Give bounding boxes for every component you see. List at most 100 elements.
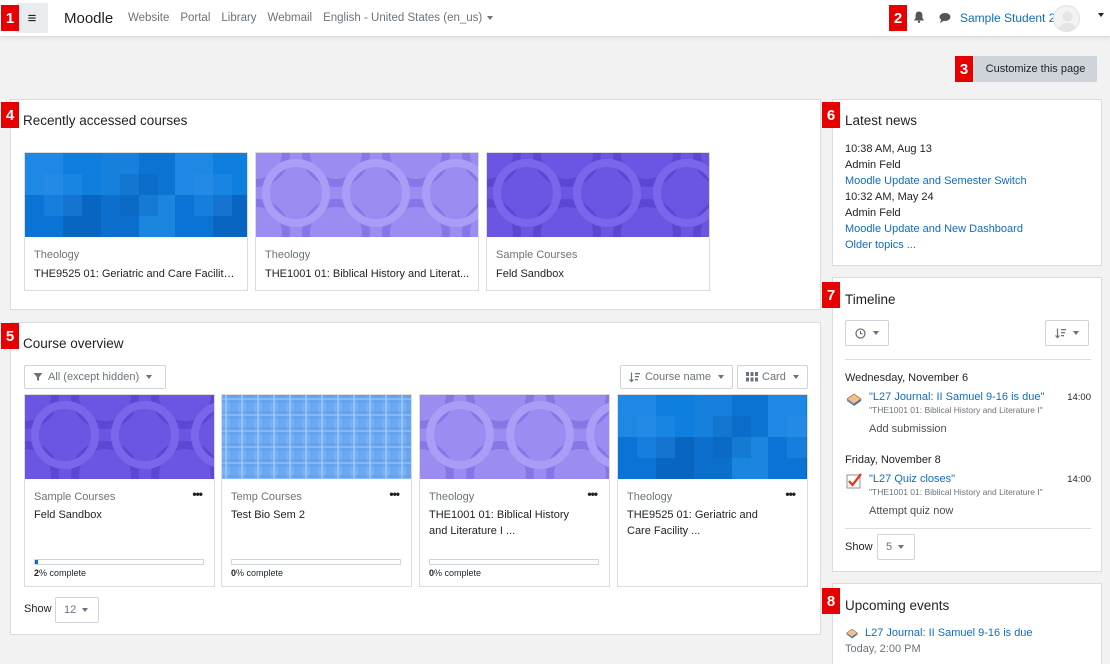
progress-label: % complete xyxy=(236,568,284,578)
progress-text: 2% complete xyxy=(34,568,86,578)
paging-dropdown[interactable]: 12 xyxy=(55,597,99,623)
timeline-action[interactable]: Add submission xyxy=(869,423,947,435)
block-title: Course overview xyxy=(23,336,124,351)
language-menu[interactable]: English - United States (en_us) xyxy=(323,12,494,24)
filter-icon xyxy=(33,373,43,381)
timeline-course: "THE1001 01: Biblical History and Litera… xyxy=(869,405,1043,415)
course-category: Theology xyxy=(429,491,475,503)
course-image xyxy=(420,395,609,479)
course-name[interactable]: Feld Sandbox xyxy=(496,266,701,282)
callout-badge-4: 4 xyxy=(1,102,19,128)
news-time: 10:32 AM, May 24 xyxy=(845,191,934,203)
sort-label: Course name xyxy=(644,371,711,383)
card-grid-icon xyxy=(746,372,758,382)
course-card[interactable]: Temp Courses ••• Test Bio Sem 2 0% compl… xyxy=(221,394,412,587)
course-image xyxy=(256,153,478,237)
timeline-action[interactable]: Attempt quiz now xyxy=(869,505,953,517)
show-label: Show xyxy=(845,541,873,553)
course-image xyxy=(487,153,709,237)
recent-course-card[interactable]: Theology THE9525 01: Geriatric and Care … xyxy=(24,152,248,291)
course-image xyxy=(25,395,214,479)
more-options-icon[interactable]: ••• xyxy=(192,487,203,501)
course-name[interactable]: Test Bio Sem 2 xyxy=(231,507,403,523)
chevron-down-icon xyxy=(718,375,724,379)
timeline-date: Wednesday, November 6 xyxy=(845,372,969,384)
grouping-filter-dropdown[interactable]: All (except hidden) xyxy=(24,365,166,389)
course-name-line: THE9525 01: Geriatric and xyxy=(627,509,758,521)
upcoming-event-link[interactable]: L27 Journal: II Samuel 9-16 is due xyxy=(865,627,1033,639)
chevron-down-icon xyxy=(1073,331,1079,335)
user-avatar-icon xyxy=(1058,11,1077,31)
more-options-icon[interactable]: ••• xyxy=(587,487,598,501)
nav-link-portal[interactable]: Portal xyxy=(180,12,210,24)
filter-label: All (except hidden) xyxy=(48,371,140,383)
nav-link-library[interactable]: Library xyxy=(221,12,256,24)
language-label: English - United States (en_us) xyxy=(323,12,483,24)
more-options-icon[interactable]: ••• xyxy=(389,487,400,501)
sort-dropdown[interactable]: Course name xyxy=(620,365,733,389)
nav-drawer-toggle[interactable]: ≡ xyxy=(16,3,48,33)
course-name[interactable]: THE9525 01: Geriatric and Care Facility .… xyxy=(627,507,799,539)
course-name-line: Care Facility ... xyxy=(627,525,701,537)
timeline-paging-dropdown[interactable]: 5 xyxy=(877,534,915,560)
progress-label: % complete xyxy=(434,568,482,578)
course-category: Temp Courses xyxy=(231,491,302,503)
chevron-down-icon xyxy=(146,375,153,379)
site-brand[interactable]: Moodle xyxy=(64,10,113,27)
callout-badge-6: 6 xyxy=(822,102,840,128)
news-subject-link[interactable]: Moodle Update and Semester Switch xyxy=(845,175,1027,187)
timeline-filter-dropdown[interactable] xyxy=(845,320,889,346)
course-card[interactable]: Theology ••• THE9525 01: Geriatric and Ca… xyxy=(617,394,808,587)
sort-icon xyxy=(1055,328,1066,338)
progress-text: 0% complete xyxy=(231,568,283,578)
course-card[interactable]: Theology ••• THE1001 01: Biblical Histor… xyxy=(419,394,610,587)
callout-badge-8: 8 xyxy=(822,588,840,614)
divider xyxy=(845,528,1091,529)
progress-bar xyxy=(231,559,401,565)
course-name-line: THE1001 01: Biblical History xyxy=(429,509,570,521)
sort-icon xyxy=(629,372,640,382)
news-author: Admin Feld xyxy=(845,159,901,171)
nav-link-website[interactable]: Website xyxy=(128,12,169,24)
chevron-down-icon xyxy=(487,15,494,20)
progress-fill xyxy=(35,560,39,564)
view-label: Card xyxy=(762,371,786,383)
custom-menu: Website Portal Library Webmail English -… xyxy=(128,12,494,24)
course-name[interactable]: Feld Sandbox xyxy=(34,507,206,523)
course-name[interactable]: THE1001 01: Biblical History and Literat… xyxy=(265,266,470,282)
timeline-event-link[interactable]: "L27 Quiz closes" xyxy=(869,473,955,485)
news-subject-link[interactable]: Moodle Update and New Dashboard xyxy=(845,223,1023,235)
user-menu-name[interactable]: Sample Student 2 xyxy=(960,11,1055,25)
course-name[interactable]: THE9525 01: Geriatric and Care Facility … xyxy=(34,266,239,282)
timeline-event-link[interactable]: "L27 Journal: II Samuel 9-16 is due" xyxy=(869,391,1044,403)
course-image xyxy=(25,153,247,237)
nav-link-webmail[interactable]: Webmail xyxy=(268,12,313,24)
course-image xyxy=(222,395,411,479)
older-topics-link[interactable]: Older topics ... xyxy=(845,239,916,251)
course-card[interactable]: Sample Courses ••• Feld Sandbox 2% compl… xyxy=(24,394,215,587)
chevron-down-icon xyxy=(82,608,89,612)
block-title: Latest news xyxy=(845,113,918,128)
top-navbar: ≡ Moodle Website Portal Library Webmail … xyxy=(0,0,1110,37)
upcoming-event-time: Today, 2:00 PM xyxy=(845,643,921,655)
course-name[interactable]: THE1001 01: Biblical History and Literatu… xyxy=(429,507,601,539)
recent-course-card[interactable]: Sample Courses Feld Sandbox xyxy=(486,152,710,291)
user-menu-caret-icon[interactable] xyxy=(1098,13,1104,17)
view-dropdown[interactable]: Card xyxy=(737,365,808,389)
more-options-icon[interactable]: ••• xyxy=(785,487,796,501)
bell-icon[interactable] xyxy=(912,10,926,24)
course-category: Sample Courses xyxy=(34,491,116,503)
course-name-line: Feld Sandbox xyxy=(34,509,102,521)
recent-course-card[interactable]: Theology THE1001 01: Biblical History an… xyxy=(255,152,479,291)
customize-page-button[interactable]: Customize this page xyxy=(974,56,1097,82)
timeline-block: Timeline Wednesday, November 6 "L27 Jour… xyxy=(832,277,1102,572)
course-image xyxy=(618,395,807,479)
course-category: Theology xyxy=(34,249,80,261)
hamburger-icon: ≡ xyxy=(27,9,37,27)
course-category: Sample Courses xyxy=(496,249,578,261)
course-category: Theology xyxy=(265,249,311,261)
callout-badge-1: 1 xyxy=(1,5,19,31)
chat-icon[interactable] xyxy=(938,11,952,25)
timeline-sort-dropdown[interactable] xyxy=(1045,320,1089,346)
avatar[interactable] xyxy=(1053,5,1080,32)
